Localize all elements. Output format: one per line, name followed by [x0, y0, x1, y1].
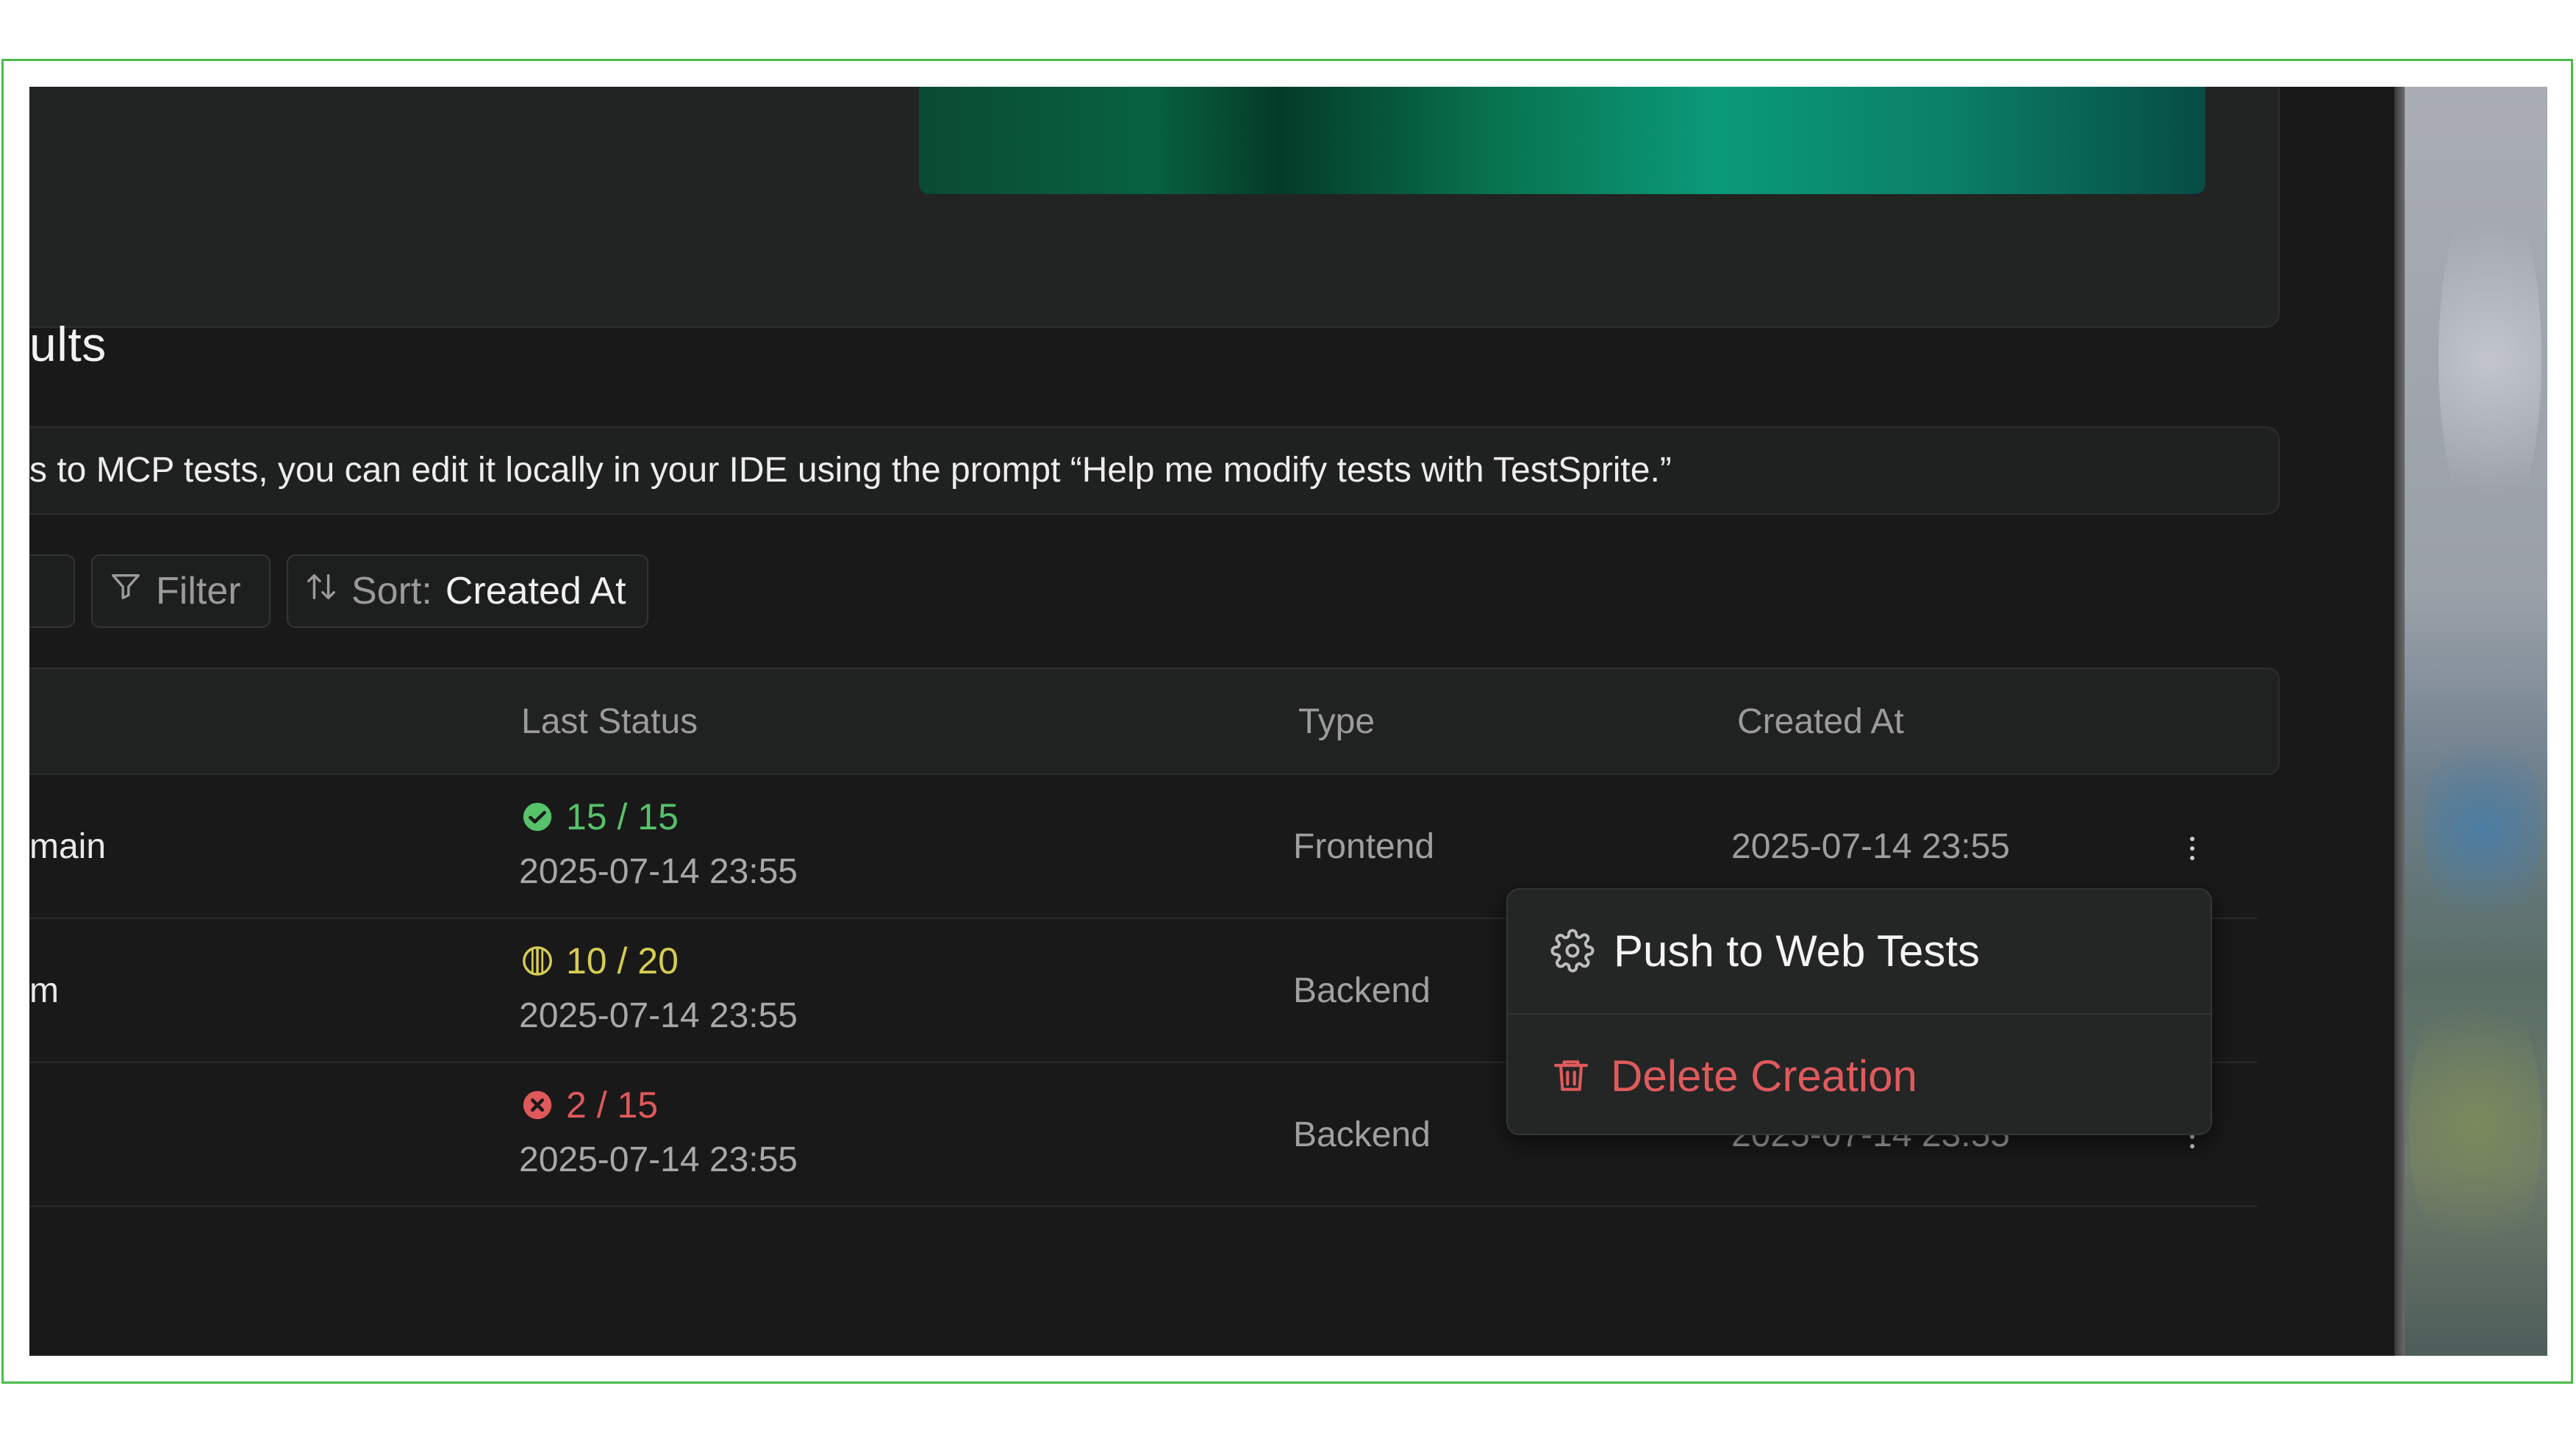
row-name[interactable]: main	[29, 826, 106, 867]
sort-prefix: Sort:	[351, 570, 432, 612]
status-badge: 10 / 20	[520, 940, 679, 982]
section-title: ults	[29, 317, 107, 371]
filter-icon	[109, 569, 143, 613]
delete-creation-menu-item[interactable]: Delete Creation	[1508, 1015, 2211, 1134]
status-badge: 15 / 15	[520, 796, 679, 838]
status-badge: 2 / 15	[520, 1084, 658, 1126]
column-header-last-status[interactable]: Last Status	[521, 701, 698, 742]
row-context-menu: Push to Web Tests Delete Creation	[1506, 888, 2212, 1135]
trash-icon	[1550, 1055, 1592, 1096]
status-date: 2025-07-14 23:55	[519, 852, 798, 891]
delete-creation-label: Delete Creation	[1611, 1051, 1917, 1101]
column-header-created-at[interactable]: Created At	[1737, 701, 1904, 742]
gradient-banner	[919, 87, 2205, 194]
status-count: 10 / 20	[566, 940, 679, 982]
table-header	[29, 668, 2280, 775]
row-divider	[29, 1206, 2257, 1207]
gear-upload-icon	[1550, 929, 1595, 973]
status-count: 15 / 15	[566, 796, 679, 837]
x-circle-icon	[520, 1088, 554, 1122]
row-type: Frontend	[1293, 827, 1435, 866]
status-count: 2 / 15	[566, 1084, 659, 1126]
column-header-type[interactable]: Type	[1298, 701, 1375, 742]
info-notice-text: s to MCP tests, you can edit it locally …	[29, 451, 1672, 490]
push-to-web-tests-menu-item[interactable]: Push to Web Tests	[1508, 890, 2211, 1012]
half-circle-icon	[520, 944, 554, 978]
row-name[interactable]: m	[29, 971, 59, 1011]
status-date: 2025-07-14 23:55	[519, 996, 798, 1035]
toolbar-search-input[interactable]	[29, 554, 75, 628]
background-painting	[2394, 87, 2547, 1356]
status-date: 2025-07-14 23:55	[519, 1140, 798, 1179]
filter-button[interactable]: Filter	[91, 554, 271, 628]
push-to-web-tests-label: Push to Web Tests	[1614, 926, 1981, 976]
row-created-at: 2025-07-14 23:55	[1731, 827, 2010, 866]
sort-button[interactable]: Sort: Created At	[287, 554, 648, 628]
check-circle-icon	[520, 800, 554, 834]
filter-label: Filter	[156, 570, 241, 612]
app-window: ults s to MCP tests, you can edit it loc…	[29, 87, 2394, 1356]
row-type: Backend	[1293, 971, 1431, 1010]
row-type: Backend	[1293, 1115, 1431, 1154]
kebab-icon[interactable]	[2178, 826, 2207, 871]
sort-value: Created At	[445, 570, 626, 612]
sort-icon	[304, 569, 338, 613]
